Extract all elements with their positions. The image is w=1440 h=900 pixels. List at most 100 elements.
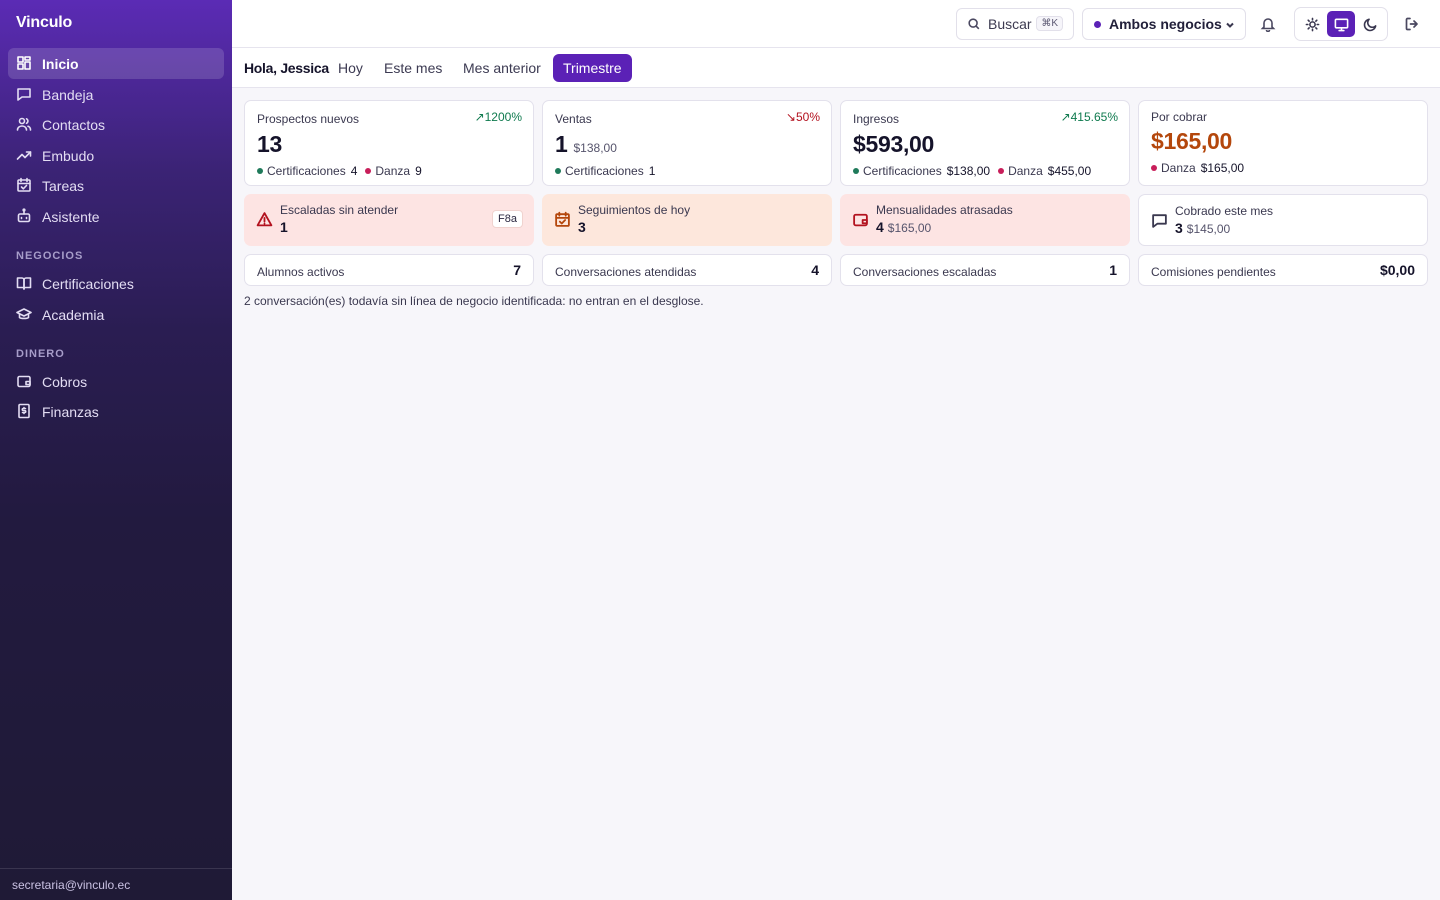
theme-system-button[interactable] (1327, 11, 1355, 37)
breakdown-value: 1 (648, 164, 656, 178)
kpi-delta: ↘50% (785, 110, 820, 124)
sidebar-item-embudo[interactable]: Embudo (8, 140, 224, 171)
business-select-value: Ambos negocios (1109, 16, 1222, 32)
sidebar-item-contactos[interactable]: Contactos (8, 109, 224, 140)
kpi-value-main: 13 (257, 131, 282, 157)
tab-mes-anterior[interactable]: Mes anterior (453, 54, 551, 82)
dot-danza (998, 168, 1005, 174)
kpi-breakdown: Certificaciones 4 Danza 9 (257, 164, 430, 178)
greeting: Hola, Jessica (244, 60, 329, 76)
sidebar-item-bandeja[interactable]: Bandeja (8, 79, 224, 110)
alert-value-main: 4 (876, 219, 884, 235)
kpi-breakdown: Certificaciones 1 (555, 164, 663, 178)
users-icon (16, 116, 32, 132)
kpi-delta-value: 415.65% (1070, 110, 1118, 124)
kpi-value: 13 (257, 131, 282, 158)
logout-icon[interactable] (1404, 16, 1420, 32)
sidebar-item-label: Embudo (42, 147, 95, 164)
kpi-breakdown: Danza $165,00 (1151, 161, 1252, 175)
message-square-icon (16, 86, 32, 102)
alert-value: 3 (578, 219, 586, 235)
search-icon (968, 18, 980, 30)
kpi-delta: ↗1200% (474, 110, 522, 124)
sidebar-item-label: Academia (42, 306, 105, 323)
stat-value: 4 (811, 262, 819, 278)
book-open-icon (16, 275, 32, 291)
sidebar-item-cobros[interactable]: Cobros (8, 366, 224, 397)
topbar: Buscar ⌘K Ambos negocios (232, 0, 1440, 48)
stat-value: 7 (513, 262, 521, 278)
section-label-negocios: NEGOCIOS (16, 250, 84, 262)
alert-card-cobrado[interactable]: Cobrado este mes 3 $145,00 (1138, 194, 1428, 246)
kpi-card-por-cobrar[interactable]: Por cobrar $165,00 Danza $165,00 (1138, 100, 1428, 186)
tab-hoy[interactable]: Hoy (328, 54, 373, 82)
theme-dark-button[interactable] (1356, 11, 1384, 37)
sidebar-item-label: Asistente (42, 208, 100, 225)
alert-card-seguimientos[interactable]: Seguimientos de hoy 3 (542, 194, 832, 246)
chevron-down-icon (1226, 22, 1234, 28)
alert-label: Seguimientos de hoy (578, 203, 691, 217)
kpi-card-ventas[interactable]: Ventas ↘50% 1 $138,00 Certificaciones 1 (542, 100, 832, 186)
kpi-value: $593,00 (853, 131, 934, 158)
breakdown-name: Certificaciones (863, 164, 942, 178)
kpi-value-main: $593,00 (853, 131, 935, 157)
receipt-dollar-icon (16, 403, 32, 419)
sun-icon (1305, 17, 1319, 31)
moon-icon (1363, 18, 1376, 31)
search-button[interactable]: Buscar ⌘K (956, 8, 1074, 40)
stat-card-alumnos[interactable]: Alumnos activos 7 (244, 254, 534, 286)
business-dot (1094, 20, 1101, 28)
sidebar-item-inicio[interactable]: Inicio (8, 48, 224, 79)
sidebar-item-tareas[interactable]: Tareas (8, 170, 224, 201)
kpi-card-ingresos[interactable]: Ingresos ↗415.65% $593,00 Certificacione… (840, 100, 1130, 186)
sidebar-item-label: Inicio (42, 55, 79, 72)
breakdown-name: Danza (375, 164, 411, 178)
sidebar-item-label: Contactos (42, 116, 106, 133)
kpi-value-sub: $138,00 (573, 141, 617, 155)
business-select[interactable]: Ambos negocios (1082, 8, 1246, 40)
bell-icon[interactable] (1260, 16, 1276, 32)
kpi-label: Ingresos (853, 112, 900, 126)
sidebar-item-asistente[interactable]: Asistente (8, 201, 224, 232)
wallet-icon (16, 373, 32, 389)
sidebar-item-finanzas[interactable]: Finanzas (8, 396, 224, 427)
kpi-label: Prospectos nuevos (257, 112, 360, 126)
theme-toggle (1294, 7, 1388, 41)
tab-trimestre[interactable]: Trimestre (553, 54, 632, 82)
breakdown-item: Danza $455,00 (998, 164, 1091, 178)
alert-value-main: 3 (1175, 220, 1183, 236)
alert-label: Escaladas sin atender (280, 203, 399, 217)
breakdown-value: $165,00 (1200, 161, 1245, 175)
dot-danza (1151, 165, 1157, 171)
stat-value: $0,00 (1379, 262, 1415, 278)
sidebar-item-academia[interactable]: Academia (8, 299, 224, 330)
user-email[interactable]: secretaria@vinculo.ec (0, 868, 232, 900)
kpi-card-prospectos[interactable]: Prospectos nuevos ↗1200% 13 Certificacio… (244, 100, 534, 186)
stat-card-comisiones[interactable]: Comisiones pendientes $0,00 (1138, 254, 1428, 286)
stat-label: Alumnos activos (257, 265, 345, 279)
kpi-value-main: 1 (555, 131, 568, 157)
breakdown-value: 9 (415, 164, 422, 178)
kpi-value: 1 $138,00 (555, 131, 617, 158)
brand-logo[interactable]: Vinculo (16, 14, 72, 32)
breakdown-value: $138,00 (946, 164, 991, 178)
alert-card-mensualidades[interactable]: Mensualidades atrasadas 4 $165,00 (840, 194, 1130, 246)
calendar-check-icon (555, 211, 570, 227)
wallet-icon (853, 213, 868, 227)
stat-card-escaladas[interactable]: Conversaciones escaladas 1 (840, 254, 1130, 286)
section-label-dinero: DINERO (16, 348, 65, 360)
alert-value: 4 $165,00 (876, 219, 931, 235)
breakdown-item: Danza $165,00 (1151, 161, 1244, 175)
sidebar-item-label: Cobros (42, 373, 88, 390)
stat-label: Comisiones pendientes (1151, 265, 1276, 279)
alert-tag: F8a (492, 210, 523, 228)
dot-certificaciones (257, 168, 263, 174)
alert-value: 1 (280, 219, 288, 235)
tab-este-mes[interactable]: Este mes (374, 54, 452, 82)
kpi-value: $165,00 (1151, 128, 1232, 155)
alert-card-escaladas[interactable]: Escaladas sin atender 1 F8a (244, 194, 534, 246)
sidebar-item-certificaciones[interactable]: Certificaciones (8, 268, 224, 299)
unassigned-note: 2 conversación(es) todavía sin línea de … (244, 294, 704, 308)
stat-card-atendidas[interactable]: Conversaciones atendidas 4 (542, 254, 832, 286)
theme-light-button[interactable] (1298, 11, 1326, 37)
